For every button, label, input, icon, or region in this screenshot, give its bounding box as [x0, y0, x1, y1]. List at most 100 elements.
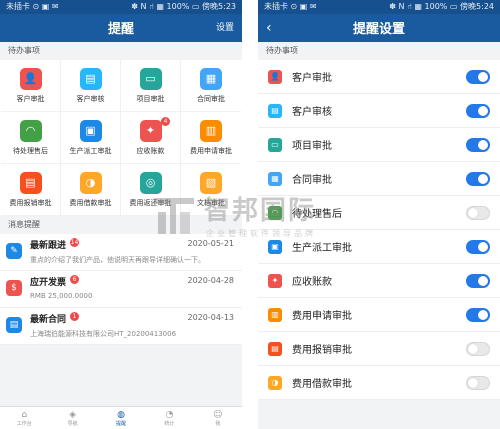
todo-item-label: 客户审核 [76, 94, 105, 103]
toggle-knob [478, 241, 488, 252]
receivable-icon: ✦ [268, 273, 282, 288]
todo-item-reimburse[interactable]: ▤ 费用报销审批 [1, 164, 61, 216]
status-right: ✽ N ⑁ ▦ 100% ▭ 傍晚5:24 [389, 2, 494, 11]
toggle-switch[interactable] [466, 273, 490, 288]
setting-row-production: ▣ 生产派工审批 [258, 230, 500, 264]
setting-row-folder: ▭ 项目审批 [258, 128, 500, 162]
toggle-knob [478, 309, 488, 320]
setting-row-reimburse: ▤ 费用报销审批 [258, 332, 500, 366]
toggle-knob [478, 173, 488, 184]
tab-profile[interactable]: ☺ 我 [194, 407, 242, 429]
toggle-switch[interactable] [466, 239, 490, 254]
section-todo-label: 待办事项 [258, 42, 500, 60]
message-summary: RMB 25,000.0000 [30, 292, 93, 300]
header: ‹ 提醒设置 [258, 14, 500, 42]
message-item[interactable]: $ 应开发票 6 2020-04-28 RMB 25,000.0000 [0, 271, 242, 308]
message-item[interactable]: ✎ 最新跟进 14 2020-05-21 重点的介绍了我们产品，他说明天再跟导详细确认一… [0, 234, 242, 271]
setting-label: 费用报销审批 [292, 345, 352, 356]
loan-icon: ◑ [268, 375, 282, 390]
toggle-knob [478, 71, 488, 82]
todo-item-label: 费用返还审批 [129, 198, 172, 207]
receivable-icon: ✦ [139, 119, 162, 142]
production-icon: ▣ [79, 119, 102, 142]
todo-item-label: 待处理售后 [13, 146, 48, 155]
message-summary: 上海瑞伯能源科技有限公司HT_20200413006 [30, 330, 177, 338]
tab-label: 导航 [67, 420, 78, 427]
folder-icon: ▭ [139, 67, 162, 90]
back-button[interactable]: ‹ [266, 14, 272, 42]
toggle-knob [468, 377, 478, 388]
message-title: 最新跟进 [30, 241, 67, 251]
reimburse-icon: ▤ [19, 171, 42, 194]
toggle-switch[interactable] [466, 307, 490, 322]
message-date: 2020-05-21 [187, 239, 235, 248]
setting-label: 生产派工审批 [292, 243, 352, 254]
status-right: ✽ N ⑁ ▦ 100% ▭ 傍晚5:23 [131, 2, 236, 11]
expense-icon: ▥ [268, 307, 282, 322]
setting-row-expense: ▥ 费用申请审批 [258, 298, 500, 332]
tab-pie-chart[interactable]: ◔ 统计 [145, 407, 193, 429]
todo-item-headset[interactable]: ◠ 待处理售后 [1, 112, 61, 164]
tab-label: 工作台 [16, 420, 32, 427]
follow-icon: ✎ [6, 243, 22, 259]
tab-chat[interactable]: ◍ 提醒 [97, 407, 145, 429]
message-title: 最新合同 [30, 315, 67, 325]
todo-item-refund[interactable]: ◎ 费用返还审批 [121, 164, 181, 216]
section-todo-label: 待办事项 [0, 42, 242, 60]
production-icon: ▣ [268, 239, 282, 254]
setting-row-id-card: ▤ 客户审核 [258, 94, 500, 128]
message-date: 2020-04-28 [187, 276, 235, 285]
tab-workbench[interactable]: ⌂ 工作台 [0, 407, 48, 429]
setting-row-loan: ◑ 费用借款审批 [258, 366, 500, 400]
setting-label: 应收账款 [292, 277, 332, 288]
todo-item-receivable[interactable]: ✦ 应收账款 4 [121, 112, 181, 164]
todo-item-contract[interactable]: ▦ 合同审批 [181, 60, 241, 112]
todo-item-folder[interactable]: ▭ 项目审批 [121, 60, 181, 112]
message-item[interactable]: ▤ 最新合同 1 2020-04-13 上海瑞伯能源科技有限公司HT_202004130… [0, 308, 242, 345]
loan-icon: ◑ [79, 171, 102, 194]
toggle-switch[interactable] [466, 205, 490, 220]
id-card-icon: ▤ [268, 103, 282, 118]
tab-compass[interactable]: ◈ 导航 [48, 407, 96, 429]
todo-item-user[interactable]: 👤 客户审批 [1, 60, 61, 112]
setting-row-headset: ◠ 待处理售后 [258, 196, 500, 230]
status-carrier: 未插卡 ⊙ ▣ ✉ [264, 2, 317, 11]
count-badge: 14 [70, 238, 80, 247]
invoice-icon: $ [6, 280, 22, 296]
compass-icon: ◈ [69, 409, 77, 420]
toggle-knob [478, 139, 488, 150]
tab-label: 提醒 [116, 420, 127, 427]
contract-icon: ▦ [268, 171, 282, 186]
todo-item-label: 合同审批 [197, 94, 225, 103]
todo-item-label: 项目审批 [136, 94, 165, 103]
toggle-switch[interactable] [466, 69, 490, 84]
setting-label: 客户审核 [292, 107, 332, 118]
setting-row-user: 👤 客户审批 [258, 60, 500, 94]
status-carrier: 未插卡 ⊙ ▣ ✉ [6, 2, 59, 11]
expense-icon: ▥ [200, 119, 222, 142]
reimburse-icon: ▤ [268, 341, 282, 356]
todo-item-loan[interactable]: ◑ 费用借款审批 [61, 164, 121, 216]
message-list: ✎ 最新跟进 14 2020-05-21 重点的介绍了我们产品，他说明天再跟导详细确认一… [0, 234, 242, 345]
todo-item-production[interactable]: ▣ 生产派工审批 [61, 112, 121, 164]
reminder-settings-screen: 未插卡 ⊙ ▣ ✉ ✽ N ⑁ ▦ 100% ▭ 傍晚5:24 ‹ 提醒设置 待… [258, 0, 500, 429]
todo-item-expense[interactable]: ▥ 费用申请审批 [181, 112, 241, 164]
chat-icon: ◍ [117, 409, 125, 420]
toggle-knob [478, 105, 488, 116]
toggle-switch[interactable] [466, 137, 490, 152]
todo-item-document[interactable]: ▧ 文档审批 [181, 164, 241, 216]
settings-button[interactable]: 设置 [216, 14, 234, 42]
todo-item-label: 应收账款 [136, 146, 165, 155]
headset-icon: ◠ [268, 205, 282, 220]
toggle-switch[interactable] [466, 375, 490, 390]
contract-icon: ▤ [6, 317, 22, 333]
todo-item-id-card[interactable]: ▤ 客户审核 [61, 60, 121, 112]
toggle-switch[interactable] [466, 341, 490, 356]
setting-row-receivable: ✦ 应收账款 [258, 264, 500, 298]
toggle-knob [468, 207, 478, 218]
message-summary: 重点的介绍了我们产品，他说明天再跟导详细确认一下。 [30, 256, 205, 264]
toggle-switch[interactable] [466, 171, 490, 186]
toggle-knob [468, 343, 478, 354]
toggle-switch[interactable] [466, 103, 490, 118]
document-icon: ▧ [200, 171, 222, 194]
